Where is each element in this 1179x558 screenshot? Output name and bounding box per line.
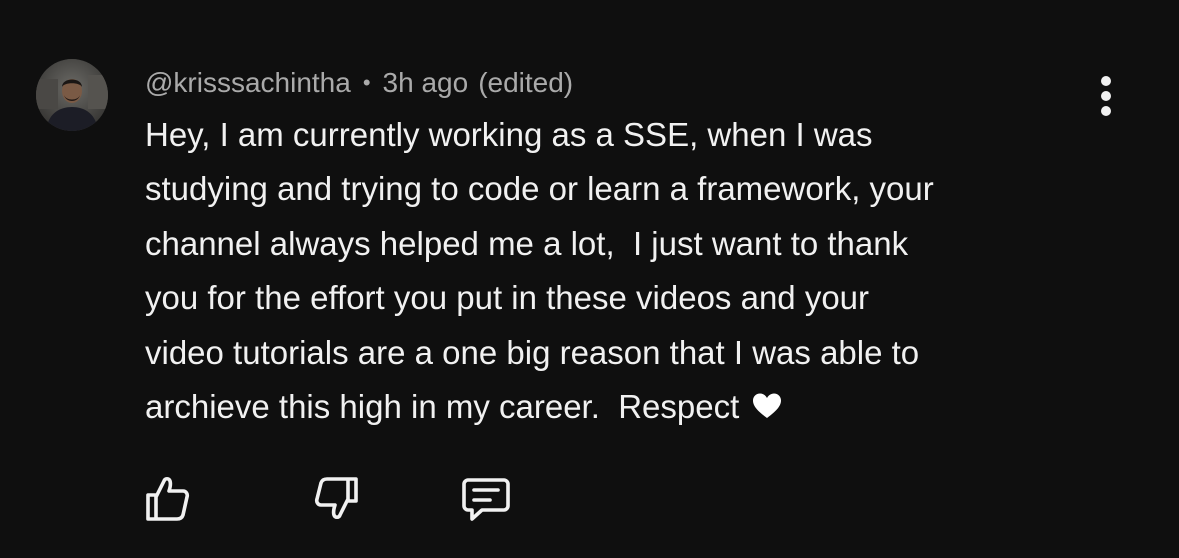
comment-line-last: archieve this high in my career. Respect — [145, 380, 1105, 434]
comment-text: Hey, I am currently working as a SSE, wh… — [145, 108, 1105, 434]
comment-line: Hey, I am currently working as a SSE, wh… — [145, 116, 873, 153]
like-button[interactable] — [139, 470, 195, 526]
meta-separator: • — [362, 70, 371, 95]
dislike-button[interactable] — [309, 470, 365, 526]
comment-line-text: archieve this high in my career. Respect — [145, 388, 740, 426]
heart-icon — [753, 393, 782, 419]
thumbs-down-icon — [314, 477, 358, 520]
comment-line: channel always helped me a lot, I just w… — [145, 224, 909, 262]
avatar-image — [36, 59, 108, 131]
comment-line: video tutorials are a one big reason tha… — [145, 333, 920, 371]
comment-actions — [0, 470, 600, 530]
reply-comment-icon — [462, 478, 510, 521]
reply-button[interactable] — [458, 470, 514, 526]
comment-header: @krisssachintha • 3h ago (edited) — [145, 64, 573, 102]
comment-timestamp[interactable]: 3h ago — [383, 67, 469, 99]
thumbs-up-icon — [146, 476, 190, 521]
avatar[interactable] — [36, 59, 108, 131]
comment-line: studying and trying to code or learn a f… — [145, 170, 934, 208]
edited-label: (edited) — [478, 67, 574, 98]
comment: @krisssachintha • 3h ago (edited) Hey, I… — [0, 0, 1179, 558]
author-name[interactable]: @krisssachintha — [145, 67, 351, 99]
comment-line: you for the effort you put in these vide… — [145, 279, 870, 317]
